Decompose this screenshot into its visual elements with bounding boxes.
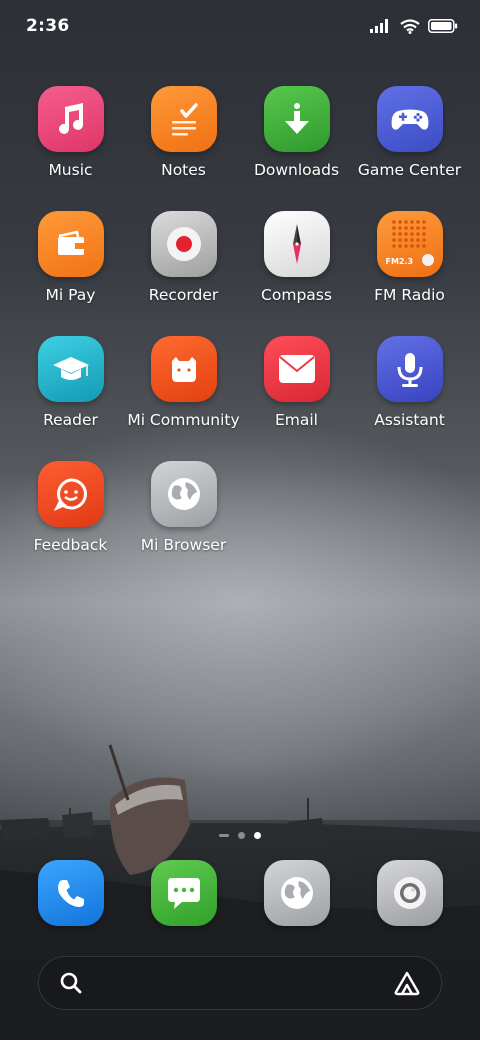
message-bubble-icon[interactable] bbox=[150, 860, 217, 926]
phone-icon[interactable] bbox=[37, 860, 104, 926]
app-label: Email bbox=[274, 411, 318, 429]
radio-icon[interactable]: FM2.3 bbox=[376, 211, 443, 277]
dock-browser[interactable] bbox=[240, 860, 353, 926]
app-feedback[interactable]: Feedback bbox=[14, 461, 127, 586]
app-label: Mi Pay bbox=[45, 286, 96, 304]
app-notes[interactable]: Notes bbox=[127, 86, 240, 211]
page-indicator bbox=[0, 829, 480, 841]
music-icon[interactable] bbox=[37, 86, 104, 152]
wifi-icon bbox=[400, 18, 420, 34]
fm-frequency-badge: FM2.3 bbox=[385, 257, 414, 266]
app-label: Mi Community bbox=[127, 411, 240, 429]
compass-icon[interactable] bbox=[263, 211, 330, 277]
app-label: Reader bbox=[43, 411, 98, 429]
app-label: Music bbox=[48, 161, 93, 179]
dock-messages[interactable] bbox=[127, 860, 240, 926]
page-dot-active[interactable] bbox=[254, 831, 261, 839]
status-icons bbox=[370, 18, 458, 34]
download-arrow-icon[interactable] bbox=[263, 86, 330, 152]
dock-phone[interactable] bbox=[14, 860, 127, 926]
assistant-triangle-icon[interactable] bbox=[393, 970, 421, 996]
page-indicator-line bbox=[219, 833, 229, 837]
app-compass[interactable]: Compass bbox=[240, 211, 353, 336]
globe-icon[interactable] bbox=[150, 461, 217, 527]
app-label: Downloads bbox=[253, 161, 340, 179]
page-dot[interactable] bbox=[238, 831, 245, 839]
record-icon[interactable] bbox=[150, 211, 217, 277]
gamepad-icon[interactable] bbox=[376, 86, 443, 152]
app-mi-community[interactable]: Mi Community bbox=[127, 336, 240, 461]
app-music[interactable]: Music bbox=[14, 86, 127, 211]
app-label: FM Radio bbox=[374, 286, 445, 304]
app-grid: Music Notes Downloads Game Center Mi Pay… bbox=[14, 86, 466, 586]
dock bbox=[14, 860, 466, 926]
app-downloads[interactable]: Downloads bbox=[240, 86, 353, 211]
search-icon[interactable] bbox=[59, 971, 83, 995]
app-recorder[interactable]: Recorder bbox=[127, 211, 240, 336]
status-time: 2:36 bbox=[26, 16, 70, 36]
app-mi-browser[interactable]: Mi Browser bbox=[127, 461, 240, 586]
app-assistant[interactable]: Assistant bbox=[353, 336, 466, 461]
microphone-icon[interactable] bbox=[376, 336, 443, 402]
app-label: Notes bbox=[161, 161, 206, 179]
mi-bunny-icon[interactable] bbox=[150, 336, 217, 402]
app-game-center[interactable]: Game Center bbox=[353, 86, 466, 211]
signal-icon bbox=[370, 19, 388, 33]
search-bar[interactable] bbox=[38, 956, 442, 1010]
battery-icon bbox=[428, 19, 458, 33]
app-label: Assistant bbox=[374, 411, 445, 429]
globe-icon[interactable] bbox=[263, 860, 330, 926]
app-label: Game Center bbox=[357, 161, 462, 179]
dock-camera[interactable] bbox=[353, 860, 466, 926]
graduation-cap-icon[interactable] bbox=[37, 336, 104, 402]
wallet-icon[interactable] bbox=[37, 211, 104, 277]
notes-icon[interactable] bbox=[150, 86, 217, 152]
app-label: Feedback bbox=[33, 536, 108, 554]
envelope-icon[interactable] bbox=[263, 336, 330, 402]
app-label: Mi Browser bbox=[140, 536, 227, 554]
status-bar: 2:36 bbox=[0, 0, 480, 52]
app-reader[interactable]: Reader bbox=[14, 336, 127, 461]
camera-lens-icon[interactable] bbox=[376, 860, 443, 926]
smiley-chat-icon[interactable] bbox=[37, 461, 104, 527]
app-fm-radio[interactable]: FM2.3 FM Radio bbox=[353, 211, 466, 336]
app-mi-pay[interactable]: Mi Pay bbox=[14, 211, 127, 336]
app-email[interactable]: Email bbox=[240, 336, 353, 461]
app-label: Compass bbox=[261, 286, 332, 304]
app-label: Recorder bbox=[148, 286, 219, 304]
